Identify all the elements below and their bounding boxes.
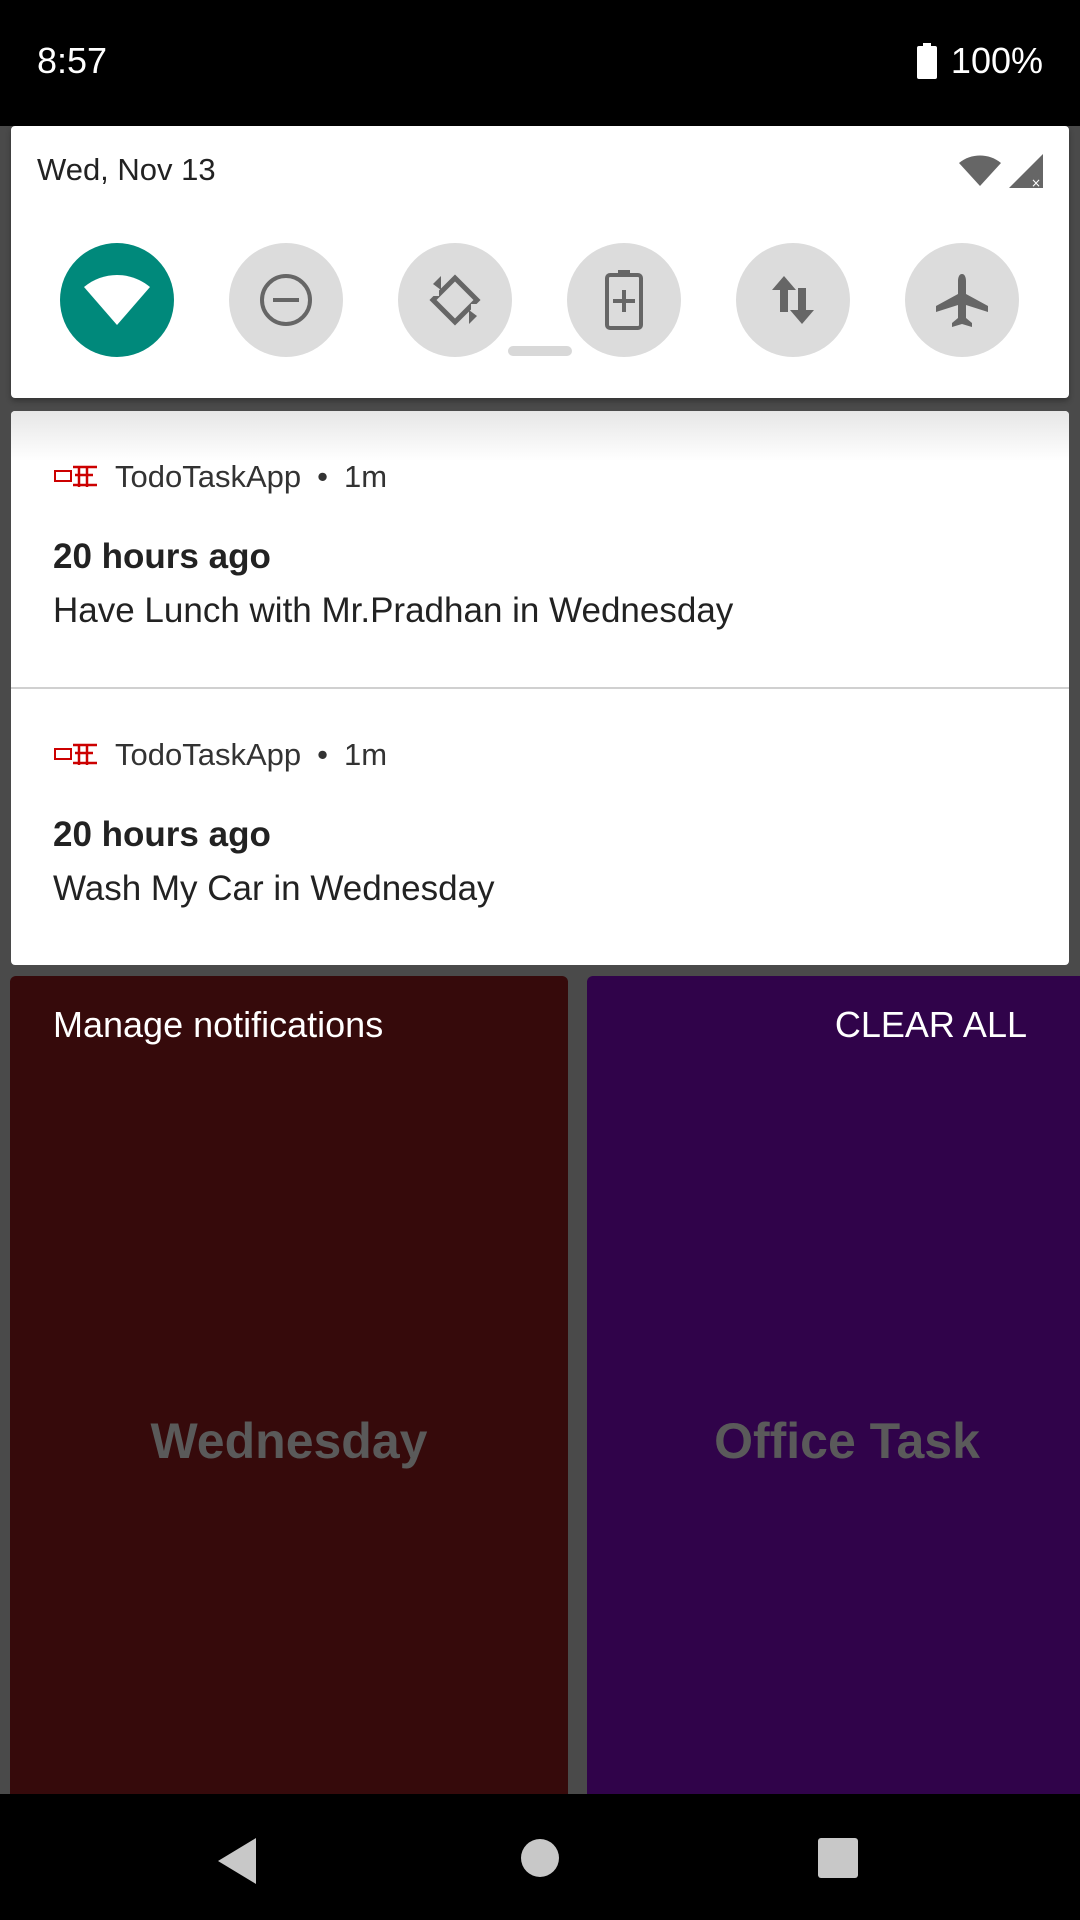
wifi-icon (84, 275, 150, 325)
notification-actions: Manage notifications CLEAR ALL (0, 1004, 1080, 1064)
wifi-tile[interactable] (60, 243, 174, 357)
mobile-data-tile[interactable] (736, 243, 850, 357)
auto-rotate-icon (429, 274, 481, 326)
quick-settings-drag-handle[interactable] (508, 346, 572, 356)
back-button-icon[interactable] (218, 1838, 258, 1884)
notification-title: 20 hours ago (53, 815, 271, 854)
notification-text: Wash My Car in Wednesday (53, 869, 495, 908)
auto-rotate-tile[interactable] (398, 243, 512, 357)
navigation-bar (0, 1794, 1080, 1920)
bullet-separator: • (317, 459, 328, 494)
notification-header: TodoTaskApp • 1m (53, 737, 387, 773)
tile-label-office-task: Office Task (714, 1413, 980, 1469)
notification-card[interactable]: TodoTaskApp • 1m 20 hours ago Wash My Ca… (11, 689, 1069, 965)
quick-settings-panel: Wed, Nov 13 × (11, 126, 1069, 398)
status-right: 100% (916, 40, 1043, 82)
notification-text: Have Lunch with Mr.Pradhan in Wednesday (53, 591, 734, 630)
office-task-tile[interactable]: Office Task (587, 976, 1080, 1906)
notification-app-name: TodoTaskApp (115, 459, 302, 494)
bullet-separator: • (317, 737, 328, 772)
notification-header: TodoTaskApp • 1m (53, 459, 387, 495)
notification-app-name: TodoTaskApp (115, 737, 302, 772)
app-icon (54, 743, 97, 765)
signal-indicators: × (959, 154, 1043, 188)
manage-notifications-button[interactable]: Manage notifications (53, 1004, 383, 1046)
notification-time: 1m (343, 737, 388, 772)
airplane-mode-icon (936, 274, 988, 327)
airplane-mode-tile[interactable] (905, 243, 1019, 357)
notification-title: 20 hours ago (53, 537, 271, 576)
cellular-signal-icon: × (1009, 154, 1043, 188)
svg-text:×: × (1031, 176, 1041, 188)
wednesday-tile[interactable]: Wednesday (10, 976, 568, 1906)
home-button-icon[interactable] (520, 1838, 560, 1878)
battery-icon (916, 43, 937, 79)
notification-card[interactable]: TodoTaskApp • 1m 20 hours ago Have Lunch… (11, 411, 1069, 687)
qs-date: Wed, Nov 13 (37, 152, 216, 187)
recents-button-icon[interactable] (818, 1838, 858, 1878)
do-not-disturb-tile[interactable] (229, 243, 343, 357)
battery-saver-tile[interactable] (567, 243, 681, 357)
wifi-signal-icon (959, 155, 1001, 186)
status-time: 8:57 (37, 40, 108, 81)
clear-all-button[interactable]: CLEAR ALL (835, 1004, 1027, 1046)
battery-saver-icon (605, 270, 643, 330)
mobile-data-icon (772, 276, 814, 324)
notification-time: 1m (343, 459, 388, 494)
app-icon (54, 465, 97, 487)
battery-percent: 100% (950, 40, 1043, 81)
do-not-disturb-icon (260, 274, 312, 326)
status-bar: 8:57 100% (0, 0, 1080, 126)
tile-label-wednesday: Wednesday (150, 1413, 428, 1469)
notification-panel: TodoTaskApp • 1m 20 hours ago Have Lunch… (11, 411, 1069, 965)
